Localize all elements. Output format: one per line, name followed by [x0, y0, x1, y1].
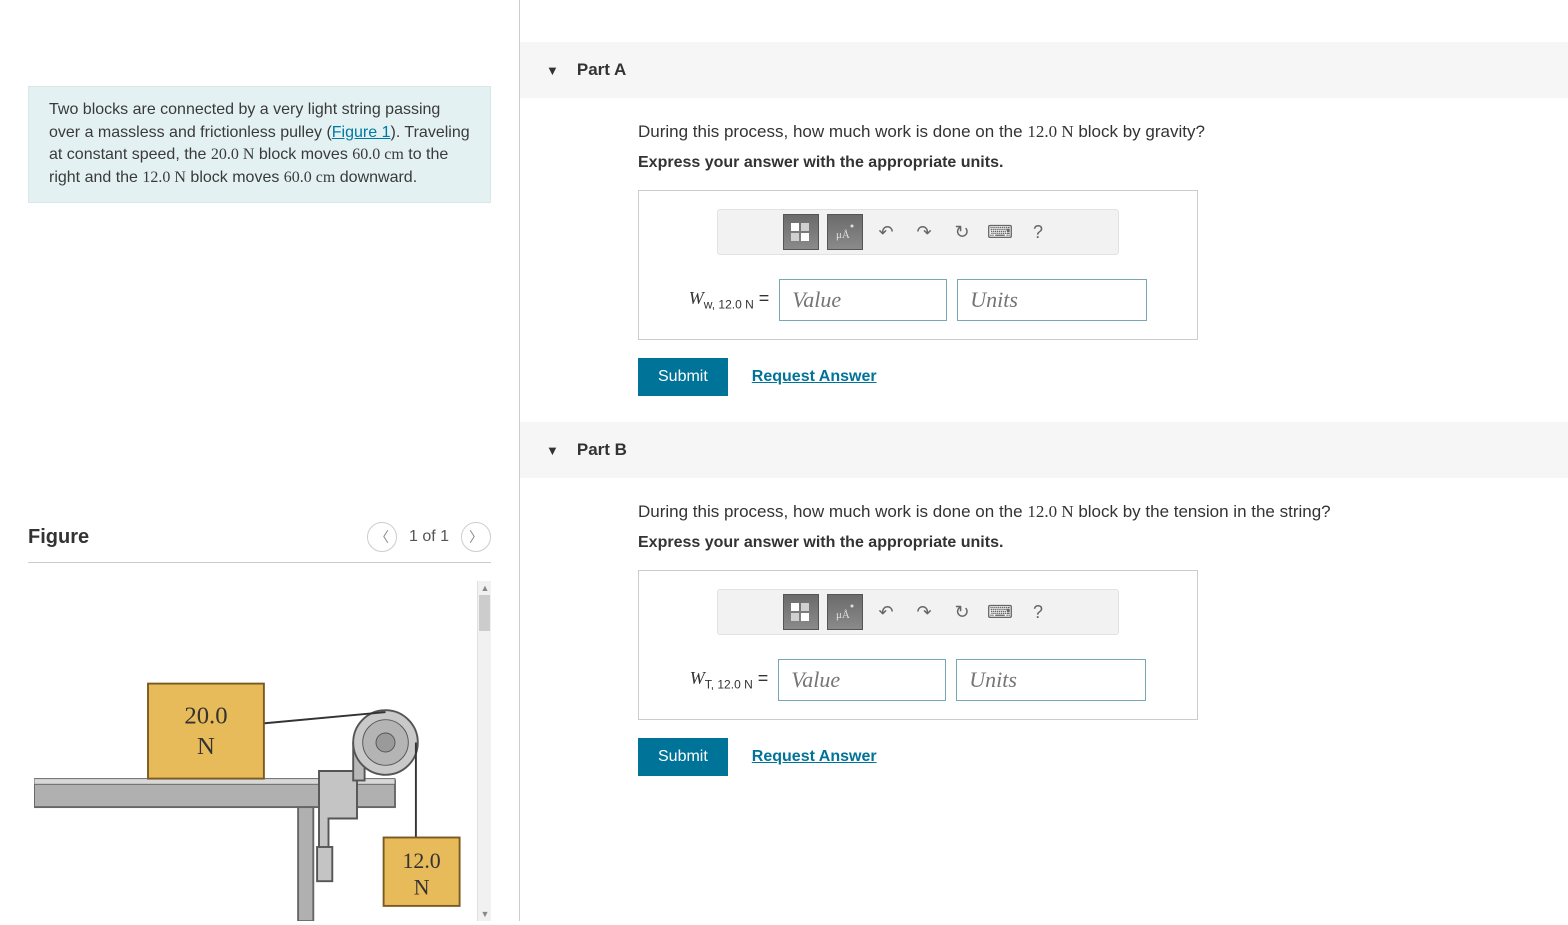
value-block2: 12.0 N: [142, 169, 186, 186]
templates-button[interactable]: [783, 214, 819, 250]
figure-nav: 〈 1 of 1 〉: [367, 522, 491, 552]
submit-button[interactable]: Submit: [638, 738, 728, 776]
part-b-answer-box: μÅ ↶ ↷ ↻ ⌨ ? WT, 12.0 N =: [638, 570, 1198, 720]
part-b-body: During this process, how much work is do…: [520, 478, 1568, 802]
q-text: block by gravity?: [1074, 122, 1205, 141]
units-input[interactable]: [957, 279, 1147, 321]
q-value: 12.0 N: [1027, 502, 1073, 521]
value-dist2: 60.0 cm: [284, 169, 336, 186]
part-b-actions: Submit Request Answer: [638, 738, 1568, 776]
request-answer-link[interactable]: Request Answer: [752, 368, 877, 386]
right-pane: ▼ Part A During this process, how much w…: [520, 0, 1568, 921]
part-a-question: During this process, how much work is do…: [638, 122, 1568, 142]
figure-link[interactable]: Figure 1: [332, 124, 391, 141]
scroll-up-icon[interactable]: ▲: [478, 581, 492, 595]
reset-button[interactable]: ↻: [947, 214, 977, 250]
figure-prev-button[interactable]: 〈: [367, 522, 397, 552]
left-pane: Two blocks are connected by a very light…: [0, 0, 520, 921]
help-button[interactable]: ?: [1023, 214, 1053, 250]
q-value: 12.0 N: [1027, 122, 1073, 141]
figure-counter: 1 of 1: [409, 528, 449, 546]
submit-button[interactable]: Submit: [638, 358, 728, 396]
value-input[interactable]: [778, 659, 946, 701]
block2-unit: N: [414, 876, 430, 900]
problem-text: downward.: [335, 169, 417, 186]
figure-header: Figure 〈 1 of 1 〉: [28, 512, 491, 563]
symbols-button[interactable]: μÅ: [827, 214, 863, 250]
variable-label: WT, 12.0 N =: [690, 668, 769, 692]
equals: =: [753, 668, 769, 688]
value-input[interactable]: [779, 279, 947, 321]
answer-toolbar: μÅ ↶ ↷ ↻ ⌨ ?: [717, 589, 1119, 635]
var-sub: w, 12.0 N: [704, 298, 754, 312]
value-block1: 20.0 N: [211, 146, 255, 163]
reset-button[interactable]: ↻: [947, 594, 977, 630]
answer-row: WT, 12.0 N =: [653, 659, 1183, 701]
scrollbar-thumb[interactable]: [479, 595, 490, 631]
var-sub: T, 12.0 N: [705, 678, 753, 692]
part-a-title: Part A: [577, 60, 626, 80]
undo-button[interactable]: ↶: [871, 214, 901, 250]
figure-section: Figure 〈 1 of 1 〉 ▲ ▼: [0, 512, 519, 921]
part-a-instruction: Express your answer with the appropriate…: [638, 154, 1568, 172]
part-a-header[interactable]: ▼ Part A: [520, 42, 1568, 98]
block2-value: 12.0: [402, 849, 440, 873]
q-text: During this process, how much work is do…: [638, 122, 1027, 141]
request-answer-link[interactable]: Request Answer: [752, 748, 877, 766]
units-input[interactable]: [956, 659, 1146, 701]
svg-text:μÅ: μÅ: [836, 609, 850, 621]
q-text: block by the tension in the string?: [1074, 502, 1331, 521]
var-main: W: [689, 288, 704, 308]
redo-button[interactable]: ↷: [909, 214, 939, 250]
part-b-header[interactable]: ▼ Part B: [520, 422, 1568, 478]
keyboard-button[interactable]: ⌨: [985, 594, 1015, 630]
variable-label: Ww, 12.0 N =: [689, 288, 770, 312]
keyboard-button[interactable]: ⌨: [985, 214, 1015, 250]
answer-row: Ww, 12.0 N =: [653, 279, 1183, 321]
undo-button[interactable]: ↶: [871, 594, 901, 630]
redo-button[interactable]: ↷: [909, 594, 939, 630]
symbols-button[interactable]: μÅ: [827, 594, 863, 630]
part-b-question: During this process, how much work is do…: [638, 502, 1568, 522]
equals: =: [754, 288, 770, 308]
collapse-caret-icon: ▼: [546, 63, 559, 78]
figure-scrollbar[interactable]: ▲ ▼: [477, 581, 491, 921]
block1-unit: N: [197, 733, 215, 760]
collapse-caret-icon: ▼: [546, 443, 559, 458]
figure-illustration: 20.0 N 12.0 N: [34, 621, 471, 921]
part-a-answer-box: μÅ ↶ ↷ ↻ ⌨ ? Ww, 12.0 N =: [638, 190, 1198, 340]
var-main: W: [690, 668, 705, 688]
part-a-body: During this process, how much work is do…: [520, 98, 1568, 422]
problem-text: block moves: [186, 169, 284, 186]
figure-title: Figure: [28, 526, 89, 549]
part-a-actions: Submit Request Answer: [638, 358, 1568, 396]
figure-canvas: ▲ ▼: [28, 581, 491, 921]
help-button[interactable]: ?: [1023, 594, 1053, 630]
q-text: During this process, how much work is do…: [638, 502, 1027, 521]
part-b-title: Part B: [577, 440, 627, 460]
value-dist1: 60.0 cm: [352, 146, 404, 163]
scroll-down-icon[interactable]: ▼: [478, 907, 492, 921]
problem-text: block moves: [254, 146, 352, 163]
figure-next-button[interactable]: 〉: [461, 522, 491, 552]
block1-value: 20.0: [184, 703, 227, 730]
part-b-instruction: Express your answer with the appropriate…: [638, 534, 1568, 552]
answer-toolbar: μÅ ↶ ↷ ↻ ⌨ ?: [717, 209, 1119, 255]
svg-text:μÅ: μÅ: [836, 229, 850, 241]
problem-statement: Two blocks are connected by a very light…: [28, 86, 491, 203]
templates-button[interactable]: [783, 594, 819, 630]
